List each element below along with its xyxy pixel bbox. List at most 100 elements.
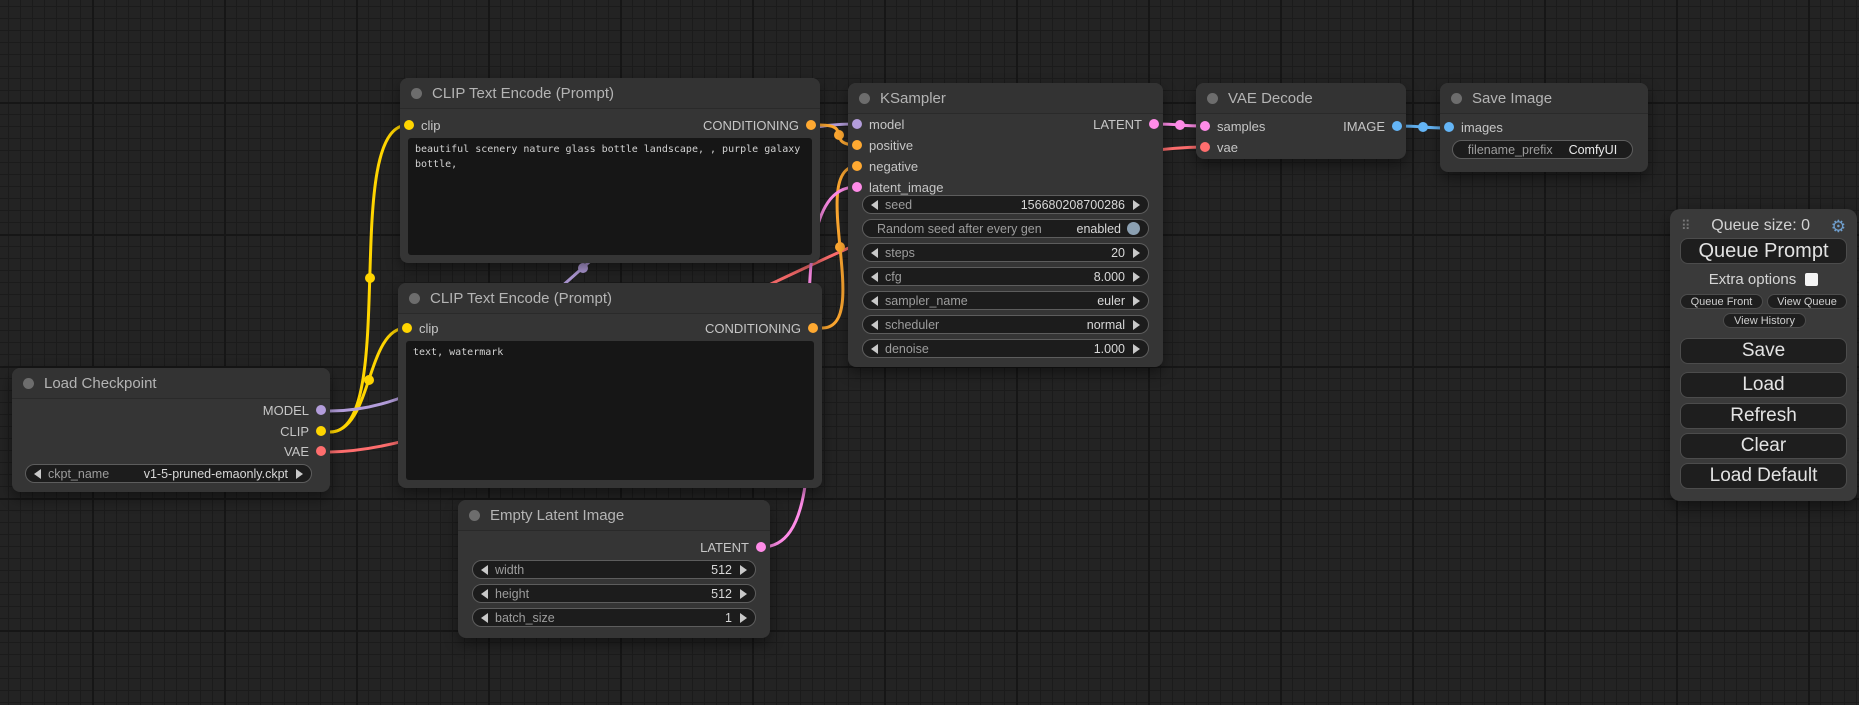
decrement-icon[interactable] <box>481 589 488 599</box>
widget-height[interactable]: height 512 <box>472 584 756 603</box>
vae-slot-dot-icon[interactable] <box>1200 142 1210 152</box>
output-slot-latent[interactable]: LATENT <box>1093 114 1159 134</box>
queue-prompt-button[interactable]: Queue Prompt <box>1680 238 1847 264</box>
decrement-icon[interactable] <box>871 248 878 258</box>
increment-icon[interactable] <box>296 469 303 479</box>
toggle-icon[interactable] <box>1127 222 1140 235</box>
node-titlebar[interactable]: Empty Latent Image <box>458 500 770 531</box>
model-slot-dot-icon[interactable] <box>316 405 326 415</box>
widget-ckpt-name[interactable]: ckpt_name v1-5-pruned-emaonly.ckpt <box>25 464 312 483</box>
collapse-dot-icon[interactable] <box>1207 93 1218 104</box>
input-slot-images[interactable]: images <box>1444 117 1503 137</box>
output-slot-model[interactable]: MODEL <box>263 400 326 420</box>
image-slot-dot-icon[interactable] <box>1444 122 1454 132</box>
increment-icon[interactable] <box>1133 296 1140 306</box>
node-clip-text-encode-negative[interactable]: CLIP Text Encode (Prompt) clip CONDITION… <box>398 283 822 488</box>
decrement-icon[interactable] <box>871 272 878 282</box>
clip-slot-dot-icon[interactable] <box>404 120 414 130</box>
input-slot-positive[interactable]: positive <box>852 135 913 155</box>
refresh-button[interactable]: Refresh <box>1680 403 1847 429</box>
clip-slot-dot-icon[interactable] <box>316 426 326 436</box>
vae-slot-dot-icon[interactable] <box>316 446 326 456</box>
image-slot-dot-icon[interactable] <box>1392 121 1402 131</box>
collapse-dot-icon[interactable] <box>23 378 34 389</box>
conditioning-slot-dot-icon[interactable] <box>852 140 862 150</box>
widget-sampler-name[interactable]: sampler_name euler <box>862 291 1149 310</box>
node-titlebar[interactable]: CLIP Text Encode (Prompt) <box>400 78 820 109</box>
decrement-icon[interactable] <box>871 200 878 210</box>
increment-icon[interactable] <box>740 613 747 623</box>
input-slot-model[interactable]: model <box>852 114 904 134</box>
increment-icon[interactable] <box>740 589 747 599</box>
clip-slot-dot-icon[interactable] <box>402 323 412 333</box>
conditioning-slot-dot-icon[interactable] <box>808 323 818 333</box>
node-load-checkpoint[interactable]: Load Checkpoint MODEL CLIP VAE ckpt_name… <box>12 368 330 492</box>
comfy-menu-panel[interactable]: ⠿ Queue size: 0 ⚙ Queue Prompt Extra opt… <box>1670 209 1857 501</box>
widget-width[interactable]: width 512 <box>472 560 756 579</box>
output-slot-conditioning[interactable]: CONDITIONING <box>705 318 818 338</box>
increment-icon[interactable] <box>1133 200 1140 210</box>
clear-button[interactable]: Clear <box>1680 433 1847 459</box>
latent-slot-dot-icon[interactable] <box>756 542 766 552</box>
prompt-textarea[interactable]: text, watermark <box>406 341 814 480</box>
queue-front-button[interactable]: Queue Front <box>1680 294 1763 309</box>
view-history-button[interactable]: View History <box>1723 313 1806 328</box>
output-slot-latent[interactable]: LATENT <box>700 537 766 557</box>
decrement-icon[interactable] <box>871 344 878 354</box>
increment-icon[interactable] <box>1133 320 1140 330</box>
model-slot-dot-icon[interactable] <box>852 119 862 129</box>
widget-steps[interactable]: steps 20 <box>862 243 1149 262</box>
output-slot-conditioning[interactable]: CONDITIONING <box>703 115 816 135</box>
input-slot-latent-image[interactable]: latent_image <box>852 177 943 197</box>
decrement-icon[interactable] <box>481 613 488 623</box>
increment-icon[interactable] <box>740 565 747 575</box>
latent-slot-dot-icon[interactable] <box>1149 119 1159 129</box>
latent-slot-dot-icon[interactable] <box>852 182 862 192</box>
conditioning-slot-dot-icon[interactable] <box>806 120 816 130</box>
prompt-textarea[interactable]: beautiful scenery nature glass bottle la… <box>408 138 812 255</box>
widget-filename-prefix[interactable]: filename_prefix ComfyUI <box>1452 140 1633 159</box>
node-graph-canvas[interactable]: Load Checkpoint MODEL CLIP VAE ckpt_name… <box>0 0 1859 705</box>
node-empty-latent-image[interactable]: Empty Latent Image LATENT width 512 heig… <box>458 500 770 638</box>
node-clip-text-encode-positive[interactable]: CLIP Text Encode (Prompt) clip CONDITION… <box>400 78 820 263</box>
latent-slot-dot-icon[interactable] <box>1200 121 1210 131</box>
collapse-dot-icon[interactable] <box>859 93 870 104</box>
widget-cfg[interactable]: cfg 8.000 <box>862 267 1149 286</box>
collapse-dot-icon[interactable] <box>409 293 420 304</box>
input-slot-samples[interactable]: samples <box>1200 116 1265 136</box>
collapse-dot-icon[interactable] <box>1451 93 1462 104</box>
increment-icon[interactable] <box>1133 248 1140 258</box>
decrement-icon[interactable] <box>871 320 878 330</box>
widget-seed[interactable]: seed 156680208700286 <box>862 195 1149 214</box>
collapse-dot-icon[interactable] <box>411 88 422 99</box>
input-slot-clip[interactable]: clip <box>402 318 439 338</box>
node-vae-decode[interactable]: VAE Decode samples vae IMAGE <box>1196 83 1406 159</box>
view-queue-button[interactable]: View Queue <box>1767 294 1847 309</box>
drag-handle-icon[interactable]: ⠿ <box>1681 218 1691 234</box>
increment-icon[interactable] <box>1133 272 1140 282</box>
node-titlebar[interactable]: VAE Decode <box>1196 83 1406 114</box>
extra-options-checkbox[interactable] <box>1805 273 1818 286</box>
output-slot-image[interactable]: IMAGE <box>1343 116 1402 136</box>
node-titlebar[interactable]: KSampler <box>848 83 1163 114</box>
widget-batch-size[interactable]: batch_size 1 <box>472 608 756 627</box>
node-titlebar[interactable]: Save Image <box>1440 83 1648 114</box>
collapse-dot-icon[interactable] <box>469 510 480 521</box>
decrement-icon[interactable] <box>481 565 488 575</box>
input-slot-clip[interactable]: clip <box>404 115 441 135</box>
increment-icon[interactable] <box>1133 344 1140 354</box>
node-ksampler[interactable]: KSampler model positive negative latent_… <box>848 83 1163 367</box>
node-titlebar[interactable]: Load Checkpoint <box>12 368 330 399</box>
decrement-icon[interactable] <box>34 469 41 479</box>
load-button[interactable]: Load <box>1680 372 1847 398</box>
input-slot-negative[interactable]: negative <box>852 156 918 176</box>
output-slot-clip[interactable]: CLIP <box>280 421 326 441</box>
widget-scheduler[interactable]: scheduler normal <box>862 315 1149 334</box>
gear-icon[interactable]: ⚙ <box>1831 218 1846 235</box>
output-slot-vae[interactable]: VAE <box>284 441 326 461</box>
decrement-icon[interactable] <box>871 296 878 306</box>
input-slot-vae[interactable]: vae <box>1200 137 1238 157</box>
widget-random-seed[interactable]: Random seed after every gen enabled <box>862 219 1149 238</box>
node-titlebar[interactable]: CLIP Text Encode (Prompt) <box>398 283 822 314</box>
load-default-button[interactable]: Load Default <box>1680 463 1847 489</box>
